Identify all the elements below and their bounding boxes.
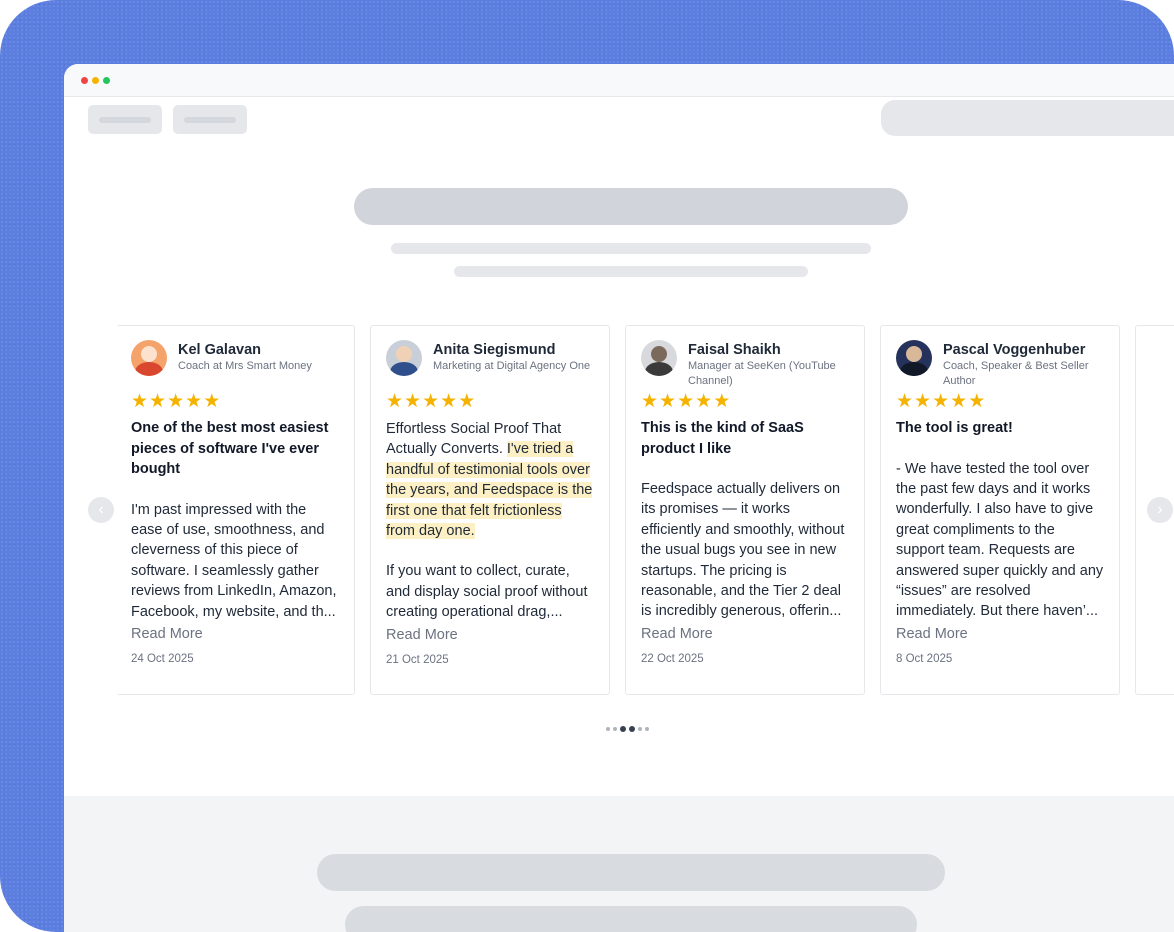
reviewer-role: Coach, Speaker & Best Seller Author: [943, 360, 1089, 387]
heading-placeholder: [354, 188, 908, 225]
review-date: 22 Oct 2025: [641, 652, 704, 665]
carousel-next-button[interactable]: ›: [1147, 497, 1173, 523]
star-icon: ★: [185, 391, 203, 412]
review-date: 21 Oct 2025: [386, 653, 449, 666]
section-subheading-placeholder: [345, 906, 917, 932]
star-icon: ★: [404, 391, 422, 412]
review-body: Effortless Social Proof That Actually Co…: [386, 419, 594, 541]
carousel-prev-button[interactable]: ‹: [88, 497, 114, 523]
nav-placeholder-1: [88, 105, 162, 134]
review-date: 24 Oct 2025: [131, 652, 194, 665]
pagination-dot-active[interactable]: [629, 726, 635, 732]
star-icon: ★: [659, 391, 677, 412]
minimize-window-button[interactable]: [92, 76, 99, 84]
star-icon: ★: [167, 391, 185, 412]
nav-placeholder-2: [173, 105, 247, 134]
review-body: - We have tested the tool over the past …: [896, 460, 1104, 620]
read-more-link[interactable]: Read More: [131, 626, 339, 642]
subheading-placeholder-2: [454, 266, 808, 277]
reviewer-name: Pascal Voggenhuber: [943, 342, 1086, 358]
testimonial-card[interactable]: Kel Galavan Coach at Mrs Smart Money ★ ★ ★…: [118, 325, 355, 695]
window-titlebar: [64, 64, 1174, 97]
review-body: Feedspace actually delivers on its promi…: [641, 481, 845, 620]
review-body: I'm past impressed with the ease of use,…: [131, 501, 337, 620]
star-rating: ★ ★ ★ ★ ★: [131, 391, 339, 413]
star-icon: ★: [896, 391, 914, 412]
pagination-dot-active[interactable]: [620, 726, 626, 732]
star-icon: ★: [440, 391, 458, 412]
reviewer-name: Anita Siegismund: [433, 342, 556, 358]
star-icon: ★: [968, 391, 986, 412]
testimonial-card[interactable]: Pascal Voggenhuber Coach, Speaker & Best…: [880, 325, 1120, 695]
reviewer-role: Coach at Mrs Smart Money: [178, 360, 312, 372]
reviewer-name: Faisal Shaikh: [688, 342, 781, 358]
review-title: The tool is great!: [896, 420, 1013, 436]
star-icon: ★: [641, 391, 659, 412]
star-icon: ★: [149, 391, 167, 412]
chevron-left-icon: ‹: [98, 501, 104, 518]
star-icon: ★: [422, 391, 440, 412]
avatar: [641, 340, 677, 376]
carousel-pagination: [606, 726, 649, 732]
header-placeholder: [881, 100, 1174, 136]
reviewer-role: Manager at SeeKen (YouTube Channel): [688, 360, 836, 387]
read-more-link[interactable]: Read More: [641, 626, 849, 642]
star-rating: ★ ★ ★ ★ ★: [896, 391, 1104, 413]
close-window-button[interactable]: [81, 76, 88, 84]
testimonial-card[interactable]: Faisal Shaikh Manager at SeeKen (YouTube…: [625, 325, 865, 695]
star-icon: ★: [695, 391, 713, 412]
star-icon: ★: [677, 391, 695, 412]
star-icon: ★: [458, 391, 476, 412]
subheading-placeholder-1: [391, 243, 871, 254]
review-date: 8 Oct 2025: [896, 652, 953, 665]
testimonial-carousel: Kel Galavan Coach at Mrs Smart Money ★ ★ ★…: [118, 325, 1174, 695]
star-icon: ★: [914, 391, 932, 412]
avatar: [896, 340, 932, 376]
star-icon: ★: [950, 391, 968, 412]
chevron-right-icon: ›: [1157, 501, 1163, 518]
star-icon: ★: [131, 391, 149, 412]
background-frame: Kel Galavan Coach at Mrs Smart Money ★ ★ ★…: [0, 0, 1174, 932]
pagination-dot[interactable]: [645, 727, 649, 731]
maximize-window-button[interactable]: [103, 76, 110, 84]
read-more-link[interactable]: Read More: [896, 626, 1104, 642]
reviewer-name: Kel Galavan: [178, 342, 262, 358]
pagination-dot[interactable]: [638, 727, 642, 731]
star-icon: ★: [713, 391, 731, 412]
testimonial-card[interactable]: Anita Siegismund Marketing at Digital Ag…: [370, 325, 610, 695]
pagination-dot[interactable]: [606, 727, 610, 731]
pagination-dot[interactable]: [613, 727, 617, 731]
star-rating: ★ ★ ★ ★ ★: [641, 391, 849, 413]
star-icon: ★: [386, 391, 404, 412]
avatar: [386, 340, 422, 376]
review-body-continued: If you want to collect, curate, and disp…: [386, 563, 588, 621]
read-more-link[interactable]: Read More: [386, 627, 594, 643]
lower-section: [64, 796, 1174, 932]
review-title: This is the kind of SaaS product I like: [641, 420, 804, 457]
review-title: One of the best most easiest pieces of s…: [131, 420, 329, 477]
star-icon: ★: [203, 391, 221, 412]
star-icon: ★: [932, 391, 950, 412]
avatar: [131, 340, 167, 376]
browser-window: Kel Galavan Coach at Mrs Smart Money ★ ★ ★…: [64, 64, 1174, 932]
star-rating: ★ ★ ★ ★ ★: [386, 391, 594, 413]
reviewer-role: Marketing at Digital Agency One: [433, 360, 591, 372]
section-heading-placeholder: [317, 854, 945, 891]
